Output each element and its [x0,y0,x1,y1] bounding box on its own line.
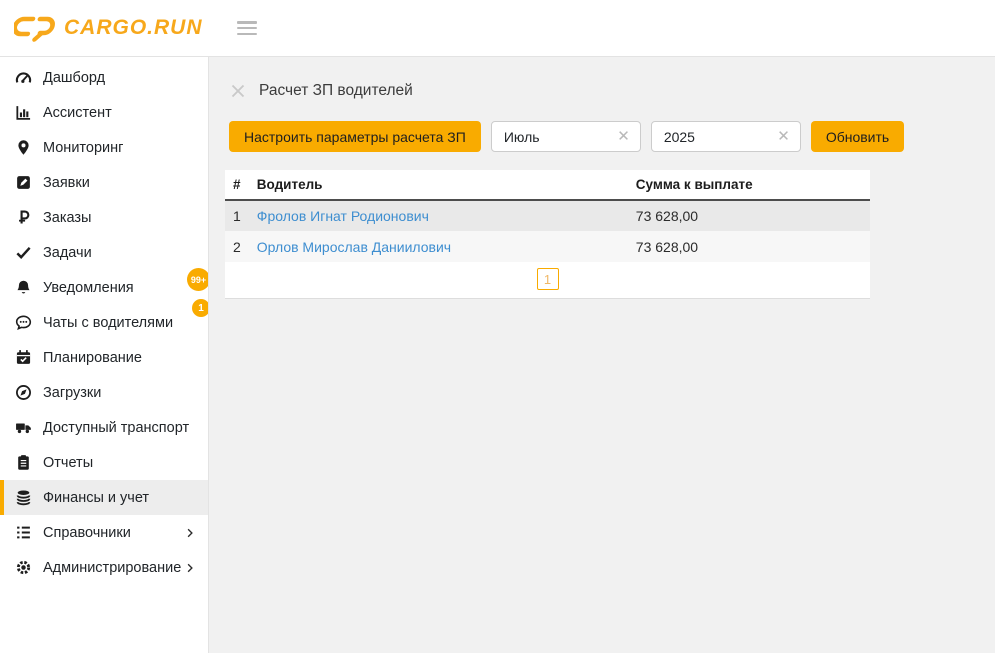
compass-icon [15,384,32,401]
sidebar-item-label: Дашборд [43,70,105,86]
salary-table: # Водитель Сумма к выплате 1 Фролов Игна… [225,170,870,262]
notifications-badge: 99+ [187,268,209,291]
table-row: 1 Фролов Игнат Родионович 73 628,00 [225,200,870,231]
sidebar-item-assistant[interactable]: Ассистент [0,95,208,130]
sidebar-item-label: Мониторинг [43,140,123,156]
sidebar-item-label: Ассистент [43,105,112,121]
column-header-amount: Сумма к выплате [628,170,870,200]
check-icon [15,244,32,261]
sidebar-item-label: Планирование [43,350,142,366]
top-header: CARGO.RUN [0,0,995,57]
sidebar-item-available-transport[interactable]: Доступный транспорт [0,410,208,445]
month-select[interactable]: Июль ✕ [491,121,641,152]
logo: CARGO.RUN [14,14,203,42]
ruble-icon [15,209,32,226]
close-tab-icon[interactable] [230,83,246,99]
truck-icon [15,419,32,436]
driver-link[interactable]: Орлов Мирослав Даниилович [257,239,451,255]
driver-link[interactable]: Фролов Игнат Родионович [257,208,429,224]
sidebar-item-loadings[interactable]: Загрузки [0,375,208,410]
pagination: 1 [225,262,870,299]
year-select-value: 2025 [664,129,695,145]
sidebar-item-finance[interactable]: Финансы и учет [0,480,208,515]
sidebar-item-dashboard[interactable]: Дашборд [0,60,208,95]
bell-icon [15,279,32,296]
clear-year-icon[interactable]: ✕ [777,129,790,144]
sidebar-item-reports[interactable]: Отчеты [0,445,208,480]
sidebar-item-label: Администрирование [43,560,181,576]
dashboard-icon [15,69,32,86]
refresh-button[interactable]: Обновить [811,121,904,152]
main-content: Расчет ЗП водителей Настроить параметры … [210,57,995,653]
row-num: 1 [225,200,249,231]
sidebar-item-label: Загрузки [43,385,101,401]
sidebar-item-orders[interactable]: Заказы [0,200,208,235]
page-title: Расчет ЗП водителей [259,82,413,100]
edit-square-icon [15,174,32,191]
sidebar-item-driver-chats[interactable]: Чаты с водителями 1 [0,305,208,340]
row-amount: 73 628,00 [628,231,870,262]
sidebar-item-label: Чаты с водителями [43,315,173,331]
row-num: 2 [225,231,249,262]
gear-icon [15,559,32,576]
sidebar-item-label: Отчеты [43,455,93,471]
coins-icon [15,489,32,506]
table-row: 2 Орлов Мирослав Даниилович 73 628,00 [225,231,870,262]
menu-icon[interactable] [237,21,257,35]
chats-badge: 1 [192,299,209,317]
year-select[interactable]: 2025 ✕ [651,121,801,152]
chevron-right-icon [184,527,196,539]
sidebar-item-planning[interactable]: Планирование [0,340,208,375]
salary-table-panel: # Водитель Сумма к выплате 1 Фролов Игна… [225,170,870,299]
chevron-right-icon [184,562,196,574]
sidebar: Дашборд Ассистент Мониторинг Заявки Зака… [0,57,209,653]
configure-salary-params-button[interactable]: Настроить параметры расчета ЗП [229,121,481,152]
calendar-icon [15,349,32,366]
list-icon [15,524,32,541]
map-pin-icon [15,139,32,156]
toolbar: Настроить параметры расчета ЗП Июль ✕ 20… [229,121,995,152]
tab-title-row: Расчет ЗП водителей [230,82,995,100]
sidebar-item-directories[interactable]: Справочники [0,515,208,550]
page-1-button[interactable]: 1 [537,268,559,290]
column-header-driver: Водитель [249,170,628,200]
month-select-value: Июль [504,129,540,145]
logo-text: CARGO.RUN [64,16,203,40]
sidebar-item-label: Уведомления [43,280,134,296]
clipboard-icon [15,454,32,471]
sidebar-item-administration[interactable]: Администрирование [0,550,208,585]
row-amount: 73 628,00 [628,200,870,231]
column-header-num: # [225,170,249,200]
logo-mark [14,14,56,42]
sidebar-item-label: Доступный транспорт [43,420,189,436]
clear-month-icon[interactable]: ✕ [617,129,630,144]
sidebar-item-label: Справочники [43,525,131,541]
sidebar-item-requests[interactable]: Заявки [0,165,208,200]
chat-bubble-icon [15,314,32,331]
sidebar-item-label: Финансы и учет [43,490,149,506]
sidebar-item-label: Задачи [43,245,92,261]
sidebar-item-tasks[interactable]: Задачи [0,235,208,270]
sidebar-item-label: Заказы [43,210,91,226]
sidebar-item-label: Заявки [43,175,90,191]
assistant-chart-icon [15,104,32,121]
sidebar-item-notifications[interactable]: Уведомления 99+ [0,270,208,305]
sidebar-item-monitoring[interactable]: Мониторинг [0,130,208,165]
